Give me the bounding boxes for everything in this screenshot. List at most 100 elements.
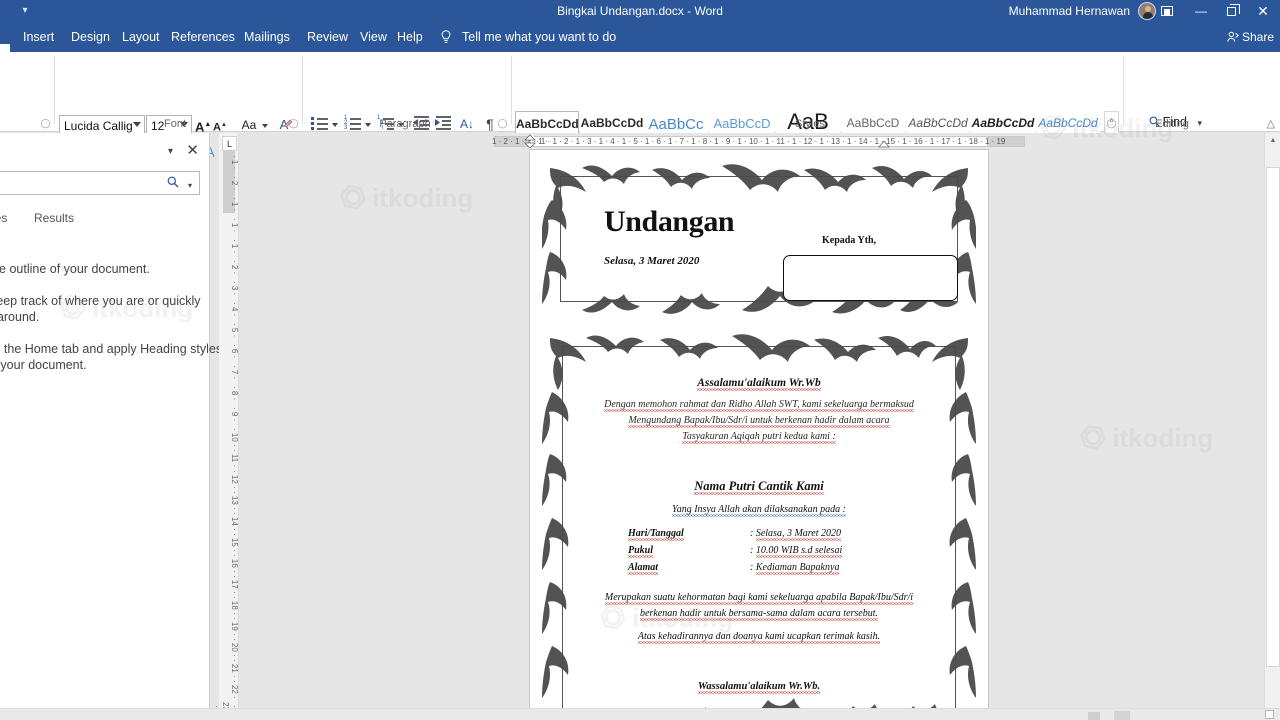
ruler-tick: · 21 · bbox=[230, 659, 239, 678]
minimize-icon[interactable]: — bbox=[1184, 0, 1218, 22]
share-person-icon bbox=[1227, 31, 1239, 42]
nav-help-line-4: to the Home tab and apply Heading styles bbox=[0, 342, 223, 356]
account-user-name[interactable]: Muhammad Hernawan bbox=[1009, 0, 1130, 22]
child-name: Nama Putri Cantik Kami bbox=[694, 479, 824, 493]
styles-dialog-launcher[interactable]: ◯ bbox=[1106, 118, 1117, 129]
navigation-pane: n ▾ ✕ ▾ ges Results ive outline of your … bbox=[0, 133, 222, 720]
status-bar bbox=[0, 708, 1280, 720]
schedule-intro: Yang Insya Allah akan dilaksanakan pada … bbox=[672, 504, 846, 515]
ruler-tick: · 20 · bbox=[230, 638, 239, 657]
detail-label: Pukul bbox=[628, 545, 654, 558]
clipboard-dialog-launcher[interactable]: ◯ bbox=[40, 118, 51, 129]
style-preview: AaBbCcDd bbox=[580, 116, 644, 130]
intro-line-1: Dengan memohon rahmat dan Ridho Allah SW… bbox=[604, 399, 914, 410]
ruler-tick: · 16 · bbox=[230, 554, 239, 573]
invitation-title: Undangan bbox=[604, 205, 735, 238]
font-group-label: Font bbox=[163, 118, 186, 130]
search-icon bbox=[167, 176, 179, 191]
ruler-tick: · 2 · bbox=[230, 260, 239, 275]
close-icon[interactable]: ✕ bbox=[186, 141, 199, 159]
nav-help-line-3: t around. bbox=[0, 310, 40, 324]
style-preview: AaBbCc bbox=[648, 116, 704, 133]
tab-mailings[interactable]: Mailings bbox=[235, 22, 299, 52]
ruler-tick: · 1 · bbox=[230, 197, 239, 212]
font-dialog-launcher[interactable]: ◯ bbox=[288, 118, 299, 129]
ruler-tick: · 19 · bbox=[230, 617, 239, 636]
ruler-tick: · 7 · bbox=[230, 365, 239, 380]
tab-design[interactable]: Design bbox=[62, 22, 119, 52]
style-preview: AaBbCcDd bbox=[971, 116, 1035, 130]
closing-line-3: Atas kehadirannya dan doanya kami ucapka… bbox=[637, 631, 881, 642]
collapse-ribbon-icon[interactable]: △ bbox=[1267, 117, 1275, 130]
ruler-tick: · 15 · bbox=[230, 533, 239, 552]
ribbon-tab-bar: Insert Design Layout References Mailings… bbox=[0, 22, 1280, 74]
restore-icon[interactable] bbox=[1214, 0, 1248, 22]
ribbon-display-options-icon[interactable] bbox=[1150, 0, 1184, 22]
ruler-tick: · 13 · bbox=[230, 491, 239, 510]
scroll-up-arrow-icon[interactable]: ▲ bbox=[1265, 133, 1280, 149]
indent-markers[interactable] bbox=[524, 134, 536, 148]
ruler-tick: · 9 · bbox=[230, 407, 239, 422]
tell-me-search[interactable]: Tell me what you want to do bbox=[440, 22, 616, 52]
vertical-scrollbar[interactable]: ▲ ▼ bbox=[1264, 133, 1280, 720]
zoom-slider[interactable] bbox=[1265, 710, 1274, 719]
group-divider bbox=[1123, 56, 1124, 124]
styles-group-label: Styles bbox=[795, 118, 825, 130]
tab-insert[interactable]: Insert bbox=[14, 22, 63, 52]
ruler-tick: · 14 · bbox=[230, 512, 239, 531]
ruler-tick: · 1 · bbox=[230, 155, 239, 170]
tab-layout[interactable]: Layout bbox=[113, 22, 169, 52]
ruler-tick: · 18 · bbox=[230, 596, 239, 615]
editing-group-label: Editing bbox=[1155, 118, 1189, 130]
horizontal-ruler[interactable]: 1 · 2 · 1 · 1 · 1 · · 1 · 1 · 2 · 1 · 3 … bbox=[239, 133, 1280, 149]
ruler-tick: · 17 · bbox=[230, 575, 239, 594]
search-input[interactable]: ▾ bbox=[0, 171, 200, 195]
body-frame: Assalamu'alaikum Wr.Wb Dengan memohon ra… bbox=[542, 328, 976, 720]
tab-selector-button[interactable]: L bbox=[222, 136, 237, 151]
closing-line-1: Merupakan suatu kehormatan bagi kami sek… bbox=[604, 592, 914, 603]
ruler-tick: · 2 · bbox=[230, 176, 239, 191]
tab-help[interactable]: Help bbox=[388, 22, 432, 52]
ruler-tick: · 3 · bbox=[230, 281, 239, 296]
title-bar: ▾ Bingkai Undangan.docx - Word Muhammad … bbox=[0, 0, 1280, 22]
recipient-label: Kepada Yth, bbox=[822, 235, 877, 246]
group-divider bbox=[54, 56, 55, 124]
nav-tab-results[interactable]: Results bbox=[34, 211, 74, 225]
nav-help-line-2: keep track of where you are or quickly bbox=[0, 294, 201, 308]
search-options-icon[interactable]: ▾ bbox=[188, 181, 192, 190]
ruler-tick: · 6 · bbox=[230, 344, 239, 359]
nav-help-line-5: n your document. bbox=[0, 358, 87, 372]
closing-line-2: berkenan hadir untuk bersama-sama dalam … bbox=[639, 608, 879, 619]
recipient-box[interactable] bbox=[783, 255, 958, 301]
word-application-window: ▾ Bingkai Undangan.docx - Word Muhammad … bbox=[0, 0, 1280, 720]
group-divider bbox=[511, 56, 512, 124]
ruler-tick: · 10 · bbox=[230, 428, 239, 447]
detail-value: : 10.00 WIB s.d selesai bbox=[750, 545, 843, 556]
vertical-ruler-ticks: · 1 · · 2 · · 1 · · 1 · · 1 · · 2 · · 3 · · 4 ·… bbox=[212, 151, 239, 711]
detail-label: Hari/Tanggal bbox=[628, 528, 684, 541]
paragraph-group-label: Paragraph bbox=[379, 118, 431, 130]
greeting-text: Assalamu'alaikum Wr.Wb bbox=[697, 377, 821, 389]
tab-references[interactable]: References bbox=[162, 22, 244, 52]
document-canvas: 1 · 2 · 1 · 1 · 1 · · 1 · 1 · 2 · 1 · 3 … bbox=[239, 133, 1280, 720]
intro-line-3: Tasyakuran Aqiqah putri kedua kami : bbox=[682, 431, 836, 442]
detail-value: : Selasa, 3 Maret 2020 bbox=[750, 528, 842, 539]
right-indent-marker[interactable] bbox=[878, 140, 890, 148]
print-layout-view-button[interactable] bbox=[1114, 711, 1130, 720]
header-frame: Undangan Selasa, 3 Maret 2020 Kepada Yth… bbox=[542, 160, 976, 318]
ruler-tick: · 12 · bbox=[230, 470, 239, 489]
close-icon[interactable]: ✕ bbox=[1246, 0, 1280, 22]
chevron-down-icon[interactable]: ▾ bbox=[168, 146, 173, 157]
document-page[interactable]: Undangan Selasa, 3 Maret 2020 Kepada Yth… bbox=[530, 150, 988, 720]
tab-review[interactable]: Review bbox=[298, 22, 357, 52]
nav-tab-pages[interactable]: ges bbox=[0, 211, 7, 225]
ruler-tick: · 22 · bbox=[230, 680, 239, 699]
web-layout-view-button[interactable] bbox=[1088, 712, 1100, 720]
share-button[interactable]: Share bbox=[1227, 22, 1274, 52]
ribbon-home-tab: t Painter ◯ Lucida Callig 12 A▲ A▲ Aa A … bbox=[0, 52, 1280, 171]
detail-value: : Kediaman Bapaknya bbox=[750, 562, 840, 573]
ruler-tick: · 4 · bbox=[230, 302, 239, 317]
scrollbar-thumb[interactable] bbox=[1266, 167, 1280, 667]
vertical-ruler[interactable]: · 1 · · 2 · · 1 · · 1 · · 1 · · 2 · · 3 · · 4 ·… bbox=[212, 133, 239, 720]
paragraph-dialog-launcher[interactable]: ◯ bbox=[497, 118, 508, 129]
